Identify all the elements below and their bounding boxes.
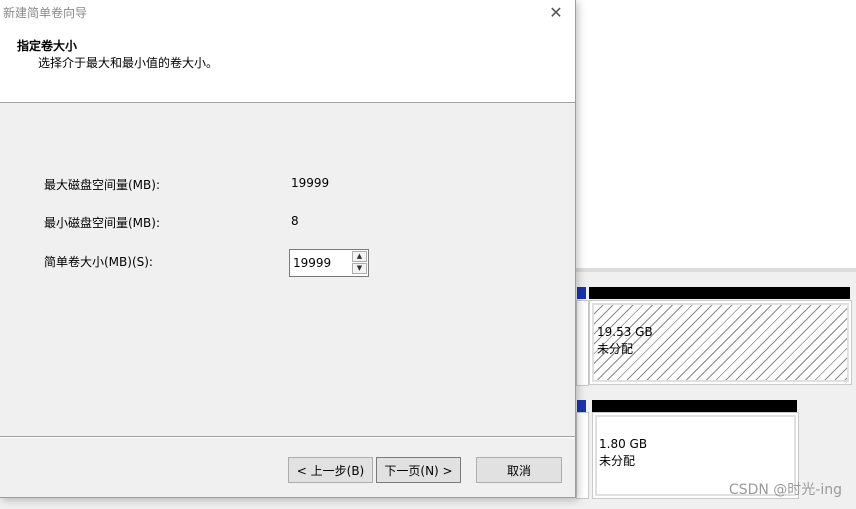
arrow-up-icon: ▲: [356, 252, 363, 260]
footer-divider-highlight: [0, 437, 575, 438]
partition-status-2: 未分配: [599, 454, 636, 468]
partition-block-left-2[interactable]: [576, 412, 589, 499]
wizard-header: 指定卷大小 选择介于最大和最小值的卷大小。: [0, 26, 575, 103]
volume-list-area: [575, 0, 856, 269]
partition-info-1: 19.53 GB 未分配: [597, 324, 653, 358]
cancel-button[interactable]: 取消: [476, 457, 562, 483]
unallocated-header-2: [592, 400, 797, 412]
volume-size-stepper: ▲ ▼: [289, 249, 369, 277]
partition-info-2: 1.80 GB 未分配: [599, 436, 647, 470]
pane-splitter[interactable]: [575, 268, 856, 272]
volume-size-label: 简单卷大小(MB)(S):: [44, 255, 153, 269]
next-button[interactable]: 下一页(N) >: [376, 457, 461, 483]
min-space-value: 8: [291, 214, 299, 228]
title-bar[interactable]: 新建简单卷向导 ✕: [0, 0, 575, 26]
arrow-down-icon: ▼: [356, 264, 363, 272]
unallocated-partition-1[interactable]: 19.53 GB 未分配: [589, 300, 852, 385]
close-button[interactable]: ✕: [543, 0, 569, 24]
min-space-label: 最小磁盘空间量(MB):: [44, 216, 160, 230]
max-space-label: 最大磁盘空间量(MB):: [44, 178, 160, 192]
volume-size-input[interactable]: [290, 250, 355, 276]
max-space-value: 19999: [291, 176, 330, 190]
partition-size-2: 1.80 GB: [599, 437, 648, 451]
watermark: CSDN @时光-ing: [728, 482, 842, 498]
unallocated-header-1: [589, 287, 850, 299]
partition-header-strip-2: [577, 400, 586, 412]
page-subtitle: 选择介于最大和最小值的卷大小。: [38, 56, 219, 70]
stepper-down-button[interactable]: ▼: [352, 263, 367, 274]
partition-size-1: 19.53 GB: [597, 325, 653, 339]
partition-block-left[interactable]: [576, 300, 589, 386]
stepper-buttons: ▲ ▼: [352, 251, 367, 275]
back-button[interactable]: < 上一步(B): [288, 457, 373, 483]
new-simple-volume-wizard: 新建简单卷向导 ✕ 指定卷大小 选择介于最大和最小值的卷大小。 最大磁盘空间量(…: [0, 0, 576, 498]
close-icon: ✕: [549, 2, 563, 22]
page-title: 指定卷大小: [17, 39, 78, 53]
partition-header-strip: [577, 287, 586, 299]
stepper-up-button[interactable]: ▲: [352, 251, 367, 262]
partition-status-1: 未分配: [597, 342, 634, 356]
window-title: 新建简单卷向导: [3, 6, 88, 20]
